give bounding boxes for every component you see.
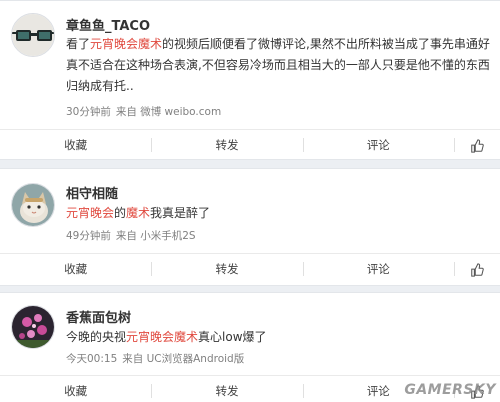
favorite-button[interactable]: 收藏 bbox=[0, 130, 151, 160]
favorite-button[interactable]: 收藏 bbox=[0, 254, 151, 284]
content-line: 看了元宵晚会魔术的视频后顺便看了微博评论,果然不出所料被当成了事先串通好 bbox=[66, 37, 490, 51]
post-source[interactable]: 来自 小米手机2S bbox=[116, 230, 196, 242]
post-source[interactable]: 来自 UC浏览器Android版 bbox=[122, 353, 244, 365]
weibo-feed: 章鱼鱼_TACO 看了元宵晚会魔术的视频后顺便看了微博评论,果然不出所料被当成了… bbox=[0, 0, 500, 402]
post-source[interactable]: 来自 微博 weibo.com bbox=[116, 106, 221, 118]
action-bar: 收藏 转发 评论 bbox=[0, 129, 500, 160]
post-time[interactable]: 30分钟前 bbox=[66, 106, 111, 118]
post-content: 看了元宵晚会魔术的视频后顺便看了微博评论,果然不出所料被当成了事先串通好 真不适… bbox=[66, 34, 500, 97]
repost-button[interactable]: 转发 bbox=[151, 130, 302, 160]
post-time[interactable]: 49分钟前 bbox=[66, 230, 111, 242]
repost-button[interactable]: 转发 bbox=[151, 254, 302, 284]
content-line: 归纳成有托.. bbox=[66, 79, 134, 93]
cat-avatar-icon[interactable] bbox=[11, 183, 55, 227]
repost-button[interactable]: 转发 bbox=[151, 376, 302, 402]
gamersky-watermark: GAMERSKY bbox=[404, 382, 496, 398]
comment-button[interactable]: 评论 bbox=[302, 130, 454, 160]
favorite-button[interactable]: 收藏 bbox=[0, 376, 151, 402]
post-meta: 30分钟前 来自 微博 weibo.com bbox=[66, 104, 221, 119]
content-line: 真不适合在这种场合表演,不但容易冷场而且相当大的一部人只要是他不懂的东西 bbox=[66, 58, 490, 72]
content-line: 今晚的央视元宵晚会魔术真心low爆了 bbox=[66, 330, 267, 344]
post-time[interactable]: 今天00:15 bbox=[66, 353, 117, 365]
post-card: 相守相随 元宵晚会的魔术我真是醉了 49分钟前 来自 小米手机2S 收藏 转发 评… bbox=[0, 168, 500, 286]
like-button[interactable] bbox=[453, 130, 500, 160]
post-content: 元宵晚会的魔术我真是醉了 bbox=[66, 203, 500, 224]
comment-button[interactable]: 评论 bbox=[302, 254, 454, 284]
post-meta: 今天00:15 来自 UC浏览器Android版 bbox=[66, 351, 244, 366]
flower-avatar-icon[interactable] bbox=[11, 305, 55, 349]
username[interactable]: 相守相随 bbox=[66, 183, 118, 202]
post-meta: 49分钟前 来自 小米手机2S bbox=[66, 228, 196, 243]
thumbs-up-icon bbox=[471, 138, 484, 153]
post-card: 章鱼鱼_TACO 看了元宵晚会魔术的视频后顺便看了微博评论,果然不出所料被当成了… bbox=[0, 0, 500, 160]
like-button[interactable] bbox=[453, 254, 500, 284]
content-line: 元宵晚会的魔术我真是醉了 bbox=[66, 206, 211, 220]
action-bar: 收藏 转发 评论 bbox=[0, 253, 500, 284]
thumbs-up-icon bbox=[471, 262, 484, 277]
post-content: 今晚的央视元宵晚会魔术真心low爆了 bbox=[66, 327, 500, 348]
glasses-avatar-icon[interactable] bbox=[11, 13, 55, 57]
username[interactable]: 香蕉面包树 bbox=[66, 307, 131, 326]
username[interactable]: 章鱼鱼_TACO bbox=[66, 15, 150, 34]
